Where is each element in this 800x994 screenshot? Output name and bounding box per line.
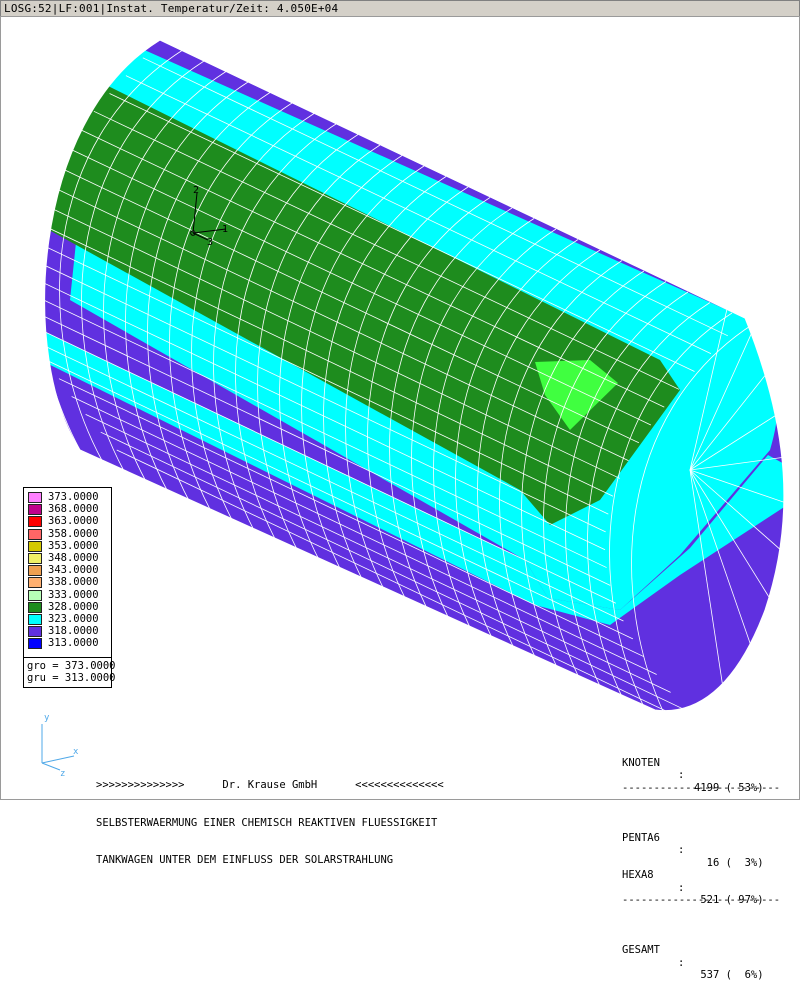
legend-row: 343.0000 bbox=[28, 564, 110, 577]
footer-line-company: >>>>>>>>>>>>>> Dr. Krause GmbH <<<<<<<<<… bbox=[96, 779, 444, 791]
global-label-x: x bbox=[73, 747, 79, 757]
stat-gesamt-name: GESAMT bbox=[622, 944, 660, 956]
triad-label-x: 1 bbox=[222, 224, 228, 235]
legend-value: 368.0000 bbox=[48, 503, 99, 516]
legend-row: 338.0000 bbox=[28, 576, 110, 589]
legend-value: 348.0000 bbox=[48, 552, 99, 564]
legend-row: 333.0000 bbox=[28, 588, 110, 602]
legend-swatch bbox=[28, 589, 42, 601]
legend-value: 358.0000 bbox=[48, 527, 99, 540]
global-axis-z bbox=[41, 762, 61, 771]
stat-knoten-name: KNOTEN bbox=[622, 756, 660, 769]
legend-value: 328.0000 bbox=[48, 600, 99, 613]
legend-value: 313.0000 bbox=[48, 637, 99, 650]
footer-line-subtitle: TANKWAGEN UNTER DEM EINFLUSS DER SOLARST… bbox=[96, 854, 394, 866]
legend-value: 353.0000 bbox=[48, 539, 99, 552]
legend-swatch bbox=[28, 492, 42, 503]
stat-colon: : bbox=[678, 769, 685, 781]
legend-row: 313.0000 bbox=[28, 637, 110, 650]
legend-swatch bbox=[28, 614, 42, 625]
legend-value: 343.0000 bbox=[48, 564, 99, 577]
legend-row: 353.0000 bbox=[28, 539, 110, 553]
triad-label-y: 2 bbox=[193, 185, 199, 196]
legend-value: 323.0000 bbox=[48, 613, 99, 625]
legend-gro: gro = 373.0000 bbox=[27, 660, 116, 672]
stat-gesamt-value: 537 ( 6%) bbox=[694, 969, 764, 981]
stat-colon: : bbox=[678, 881, 685, 894]
legend-value: 338.0000 bbox=[48, 576, 99, 589]
legend-swatch bbox=[28, 626, 42, 638]
legend-value: 373.0000 bbox=[48, 491, 99, 503]
legend-separator bbox=[24, 657, 111, 658]
footer-caption: >>>>>>>>>>>>>> Dr. Krause GmbH <<<<<<<<<… bbox=[96, 754, 444, 879]
legend-swatch bbox=[28, 553, 42, 564]
global-label-y: y bbox=[44, 713, 50, 723]
legend-row: 318.0000 bbox=[28, 625, 110, 638]
stat-gesamt: GESAMT : 537 ( 6%) bbox=[622, 932, 792, 981]
stat-knoten-value: 4199 ( 53%) bbox=[694, 781, 764, 794]
legend-row: 323.0000 bbox=[28, 613, 110, 626]
stat-hexa8-name: HEXA8 bbox=[622, 869, 654, 881]
legend-swatch bbox=[28, 528, 42, 540]
legend-value: 318.0000 bbox=[48, 625, 99, 638]
temperature-field bbox=[44, 40, 784, 711]
legend-swatch bbox=[28, 601, 42, 613]
color-legend: gro = 373.0000 gru = 313.0000 373.0000 36… bbox=[23, 487, 116, 688]
triad-label-z: 3 bbox=[207, 237, 213, 248]
legend-row: 358.0000 bbox=[28, 527, 110, 541]
global-axis-x bbox=[41, 755, 75, 764]
legend-value: 333.0000 bbox=[48, 588, 99, 601]
stat-penta6-name: PENTA6 bbox=[622, 831, 660, 844]
legend-value: 363.0000 bbox=[48, 515, 99, 528]
footer-line-title: SELBSTERWAERMUNG EINER CHEMISCH REAKTIVE… bbox=[96, 816, 438, 829]
stat-colon: : bbox=[678, 956, 685, 969]
legend-swatch bbox=[28, 565, 42, 577]
legend-swatch bbox=[28, 577, 42, 589]
global-label-z: z bbox=[60, 769, 65, 778]
legend-row: 368.0000 bbox=[28, 503, 110, 516]
stat-hexa8: HEXA8 : 521 ( 97%) bbox=[622, 857, 792, 906]
legend-row: 348.0000 bbox=[28, 552, 110, 565]
legend-gru: gru = 313.0000 bbox=[27, 672, 116, 684]
legend-row: 373.0000 bbox=[28, 491, 110, 504]
stat-penta6: PENTA6 : 16 ( 3%) bbox=[622, 819, 792, 869]
legend-row: 363.0000 bbox=[28, 515, 110, 528]
global-axis-triad: y x z bbox=[41, 713, 79, 778]
model-statistics: KNOTEN : 4199 ( 53%) -------------------… bbox=[622, 719, 792, 982]
stat-knoten: KNOTEN : 4199 ( 53%) bbox=[622, 744, 792, 794]
stat-hexa8-value: 521 ( 97%) bbox=[694, 894, 764, 906]
fe-mesh-plot: 2 1 3 bbox=[44, 39, 785, 712]
legend-row: 328.0000 bbox=[28, 600, 110, 614]
stat-colon: : bbox=[678, 844, 685, 856]
legend-swatch bbox=[28, 540, 42, 552]
legend-swatch bbox=[28, 638, 42, 650]
legend-swatch bbox=[28, 516, 42, 528]
legend-swatch bbox=[28, 504, 42, 516]
